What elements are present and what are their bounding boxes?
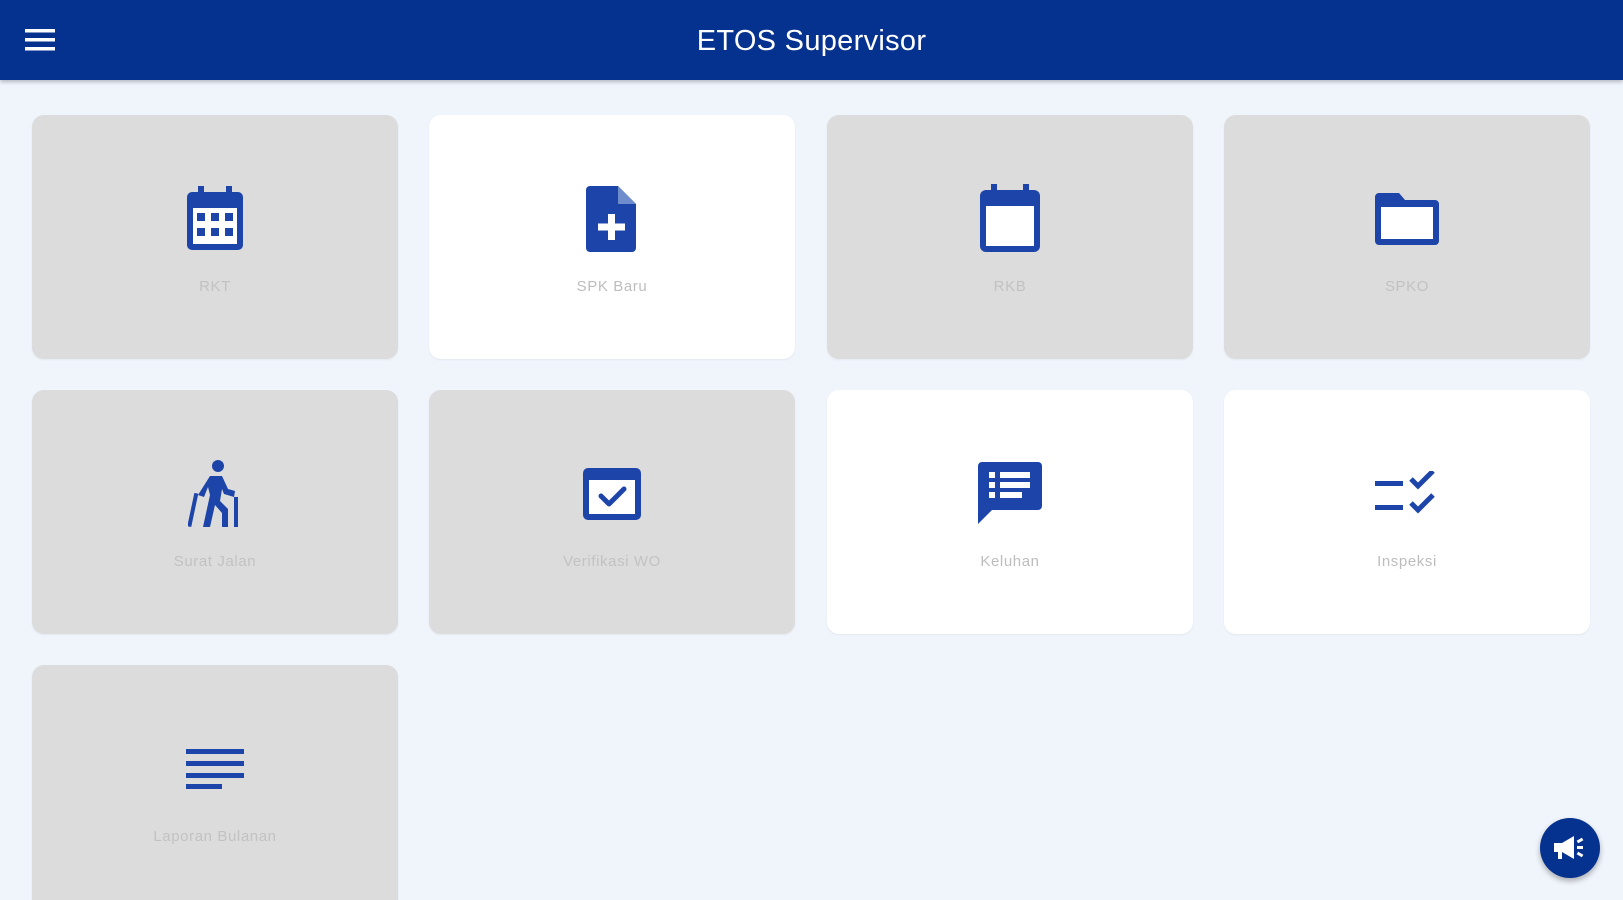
tile-keluhan[interactable]: Keluhan bbox=[827, 390, 1193, 634]
tile-spko[interactable]: SPKO bbox=[1224, 115, 1590, 359]
tile-rkb[interactable]: RKB bbox=[827, 115, 1193, 359]
checkbox-icon bbox=[583, 468, 641, 520]
tile-inspeksi[interactable]: Inspeksi bbox=[1224, 390, 1590, 634]
folder-icon bbox=[1375, 193, 1439, 245]
tile-spk-baru[interactable]: SPK Baru bbox=[429, 115, 795, 359]
announcement-button[interactable] bbox=[1540, 818, 1600, 878]
tile-rkt[interactable]: RKT bbox=[32, 115, 398, 359]
megaphone-icon bbox=[1554, 836, 1584, 859]
tile-label: SPKO bbox=[1384, 278, 1430, 295]
tile-laporan-bulanan[interactable]: Laporan Bulanan bbox=[32, 665, 398, 900]
tile-label: Surat Jalan bbox=[173, 553, 257, 570]
tile-label: SPK Baru bbox=[576, 278, 648, 295]
lines-icon bbox=[186, 749, 244, 789]
tile-label: Inspeksi bbox=[1377, 553, 1437, 570]
app-bar: ETOS Supervisor bbox=[0, 0, 1623, 80]
tile-verifikasi-wo[interactable]: Verifikasi WO bbox=[429, 390, 795, 634]
hiking-person-icon bbox=[188, 460, 238, 528]
tile-label: RKB bbox=[993, 278, 1027, 295]
page-title: ETOS Supervisor bbox=[696, 25, 927, 57]
tile-label: RKT bbox=[199, 278, 231, 295]
tile-label: Verifikasi WO bbox=[563, 553, 661, 570]
calendar-grid-icon bbox=[187, 186, 243, 250]
tile-label: Laporan Bulanan bbox=[153, 828, 277, 845]
feedback-list-icon bbox=[978, 462, 1042, 524]
checklist-icon bbox=[1375, 471, 1435, 514]
tile-surat-jalan[interactable]: Surat Jalan bbox=[32, 390, 398, 634]
calendar-icon bbox=[980, 184, 1040, 252]
tile-label: Keluhan bbox=[980, 553, 1040, 570]
document-plus-icon bbox=[586, 186, 636, 252]
